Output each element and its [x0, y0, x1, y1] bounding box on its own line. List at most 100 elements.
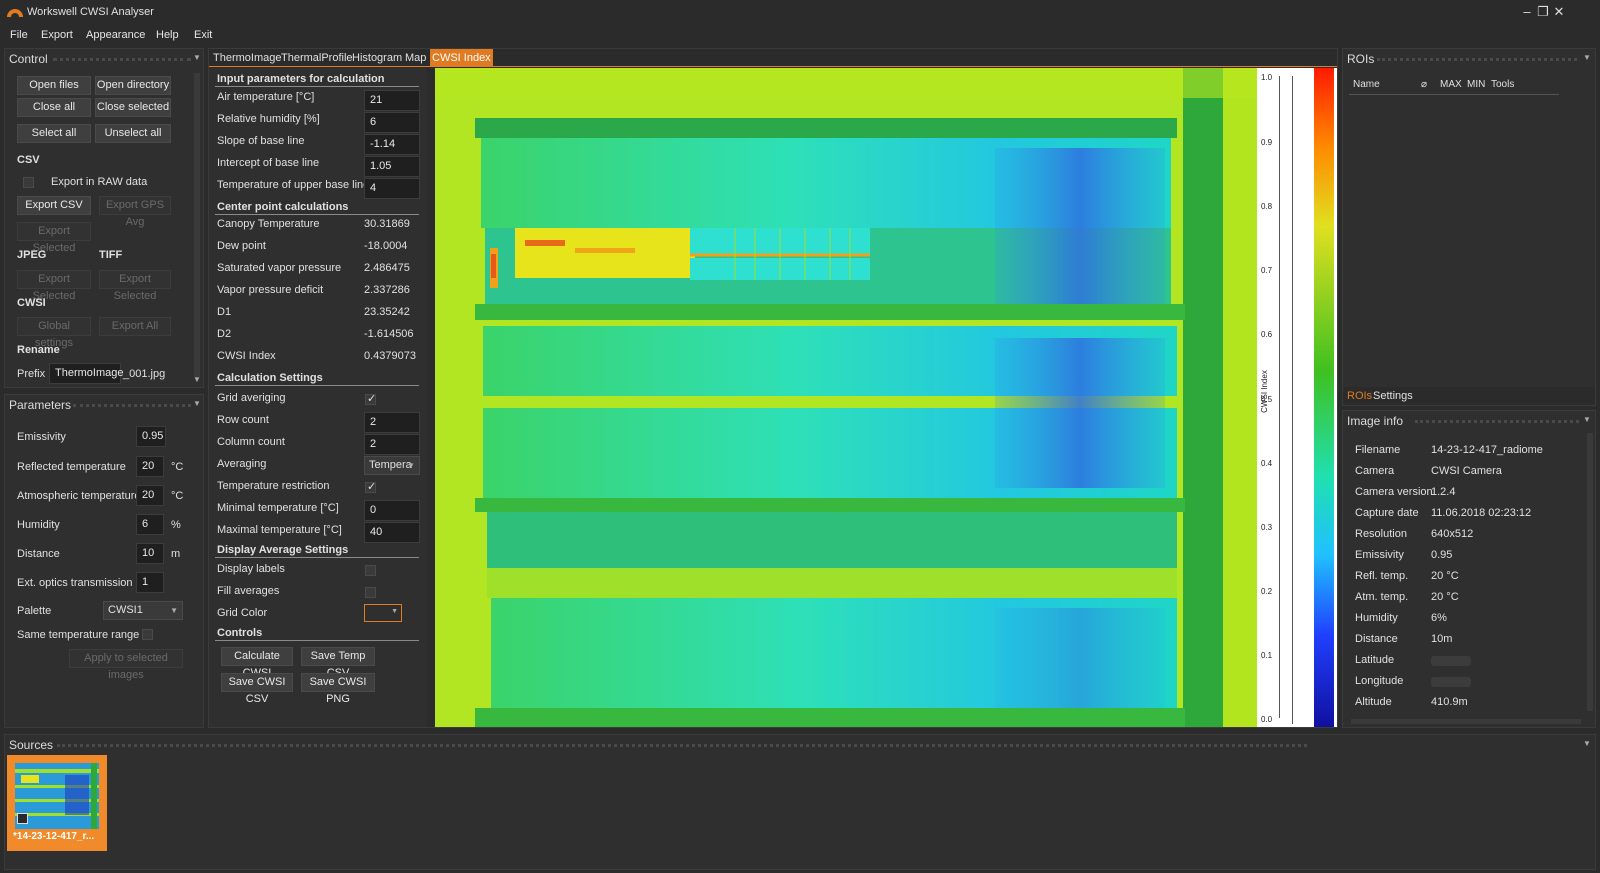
- min-temp-input[interactable]: 0: [364, 500, 420, 521]
- column-count-input[interactable]: 2: [364, 434, 420, 455]
- humidity-input[interactable]: 6: [136, 514, 164, 535]
- tab-rois[interactable]: ROIs: [1345, 387, 1374, 405]
- tab-map[interactable]: Map: [403, 49, 428, 67]
- center-calc-heading: Center point calculations: [217, 201, 349, 213]
- info-val-longitude-blurred: [1431, 677, 1471, 687]
- export-csv-button[interactable]: Export CSV: [17, 196, 91, 215]
- atmospheric-temp-label: Atmospheric temperature: [17, 490, 141, 502]
- colorbar-tick: 0.1: [1261, 651, 1273, 660]
- export-raw-checkbox[interactable]: [23, 177, 34, 188]
- palette-select[interactable]: CWSI1 ▼: [103, 601, 183, 620]
- air-temp-input[interactable]: 21: [364, 90, 420, 111]
- open-directory-button[interactable]: Open directory: [95, 76, 171, 95]
- emissivity-input[interactable]: 0.95: [136, 426, 166, 447]
- display-labels-checkbox[interactable]: [365, 565, 376, 576]
- fill-averages-checkbox[interactable]: [365, 587, 376, 598]
- roi-col-avg[interactable]: ⌀: [1421, 79, 1427, 90]
- info-key-camera: Camera: [1355, 465, 1395, 477]
- select-all-button[interactable]: Select all: [17, 124, 91, 143]
- chevron-down-icon: ▼: [391, 608, 398, 615]
- divider: [215, 86, 419, 87]
- save-temp-csv-button[interactable]: Save Temp CSV: [301, 647, 375, 679]
- tab-settings[interactable]: Settings: [1371, 387, 1415, 405]
- intercept-label: Intercept of base line: [217, 157, 320, 169]
- source-thumbnail[interactable]: *14-23-12-417_r...: [7, 755, 107, 851]
- export-gps-avg-button[interactable]: Export GPS Avg: [99, 196, 171, 228]
- tab-thermoimage[interactable]: ThermoImage: [211, 49, 283, 67]
- roi-col-min[interactable]: MIN: [1467, 79, 1485, 90]
- collapse-arrow-icon[interactable]: ▼: [1583, 415, 1591, 424]
- collapse-arrow-icon[interactable]: ▼: [193, 399, 201, 408]
- control-scrollbar[interactable]: [194, 73, 200, 378]
- tiff-heading: TIFF: [99, 249, 123, 261]
- same-temp-range-checkbox[interactable]: [142, 629, 153, 640]
- ext-optics-label: Ext. optics transmission: [17, 577, 133, 589]
- menu-appearance[interactable]: Appearance: [86, 29, 145, 41]
- canopy-temp-label: Canopy Temperature: [217, 218, 320, 230]
- grid-averaging-checkbox[interactable]: [365, 392, 376, 405]
- cwsi-thermal-image[interactable]: [435, 68, 1277, 727]
- close-selected-button[interactable]: Close selected: [95, 98, 171, 117]
- close-all-button[interactable]: Close all: [17, 98, 91, 117]
- image-info-panel: Image info ▼ Filename 14-23-12-417_radio…: [1342, 410, 1596, 728]
- export-selected-tiff-button[interactable]: Export Selected: [99, 270, 171, 302]
- calculate-cwsi-button[interactable]: Calculate CWSI: [221, 647, 293, 679]
- colorbar-tick: 0.4: [1261, 459, 1273, 468]
- restore-icon[interactable]: ❐: [1536, 4, 1550, 20]
- canopy-temp-value: 30.31869: [364, 218, 410, 230]
- emissivity-label: Emissivity: [17, 431, 66, 443]
- colorbar-axis-line: [1279, 76, 1280, 718]
- distance-input[interactable]: 10: [136, 543, 164, 564]
- atmospheric-temp-input[interactable]: 20: [136, 485, 164, 506]
- roi-col-name[interactable]: Name: [1353, 79, 1380, 90]
- reflected-temp-label: Reflected temperature: [17, 461, 126, 473]
- save-cwsi-csv-button[interactable]: Save CWSI CSV: [221, 673, 293, 705]
- parameters-panel: Parameters ▼ Emissivity 0.95 Reflected t…: [4, 394, 204, 728]
- collapse-arrow-icon[interactable]: ▼: [193, 53, 201, 62]
- intercept-input[interactable]: 1.05: [364, 156, 420, 177]
- apply-selected-button[interactable]: Apply to selected images: [69, 649, 183, 681]
- averaging-select[interactable]: Tempera ▼: [364, 456, 420, 475]
- temp-restriction-checkbox[interactable]: [365, 480, 376, 493]
- csv-heading: CSV: [17, 154, 40, 166]
- menu-export[interactable]: Export: [41, 29, 73, 41]
- grid-color-picker[interactable]: ▼: [364, 604, 402, 622]
- open-files-button[interactable]: Open files: [17, 76, 91, 95]
- collapse-arrow-icon[interactable]: ▼: [1583, 739, 1591, 748]
- collapse-arrow-icon[interactable]: ▼: [1583, 53, 1591, 62]
- row-count-label: Row count: [217, 414, 269, 426]
- panel-grip: [57, 744, 1307, 747]
- tab-cwsi-index[interactable]: CWSI Index: [430, 49, 493, 67]
- save-cwsi-png-button[interactable]: Save CWSI PNG: [301, 673, 375, 705]
- scroll-down-icon[interactable]: ▼: [193, 375, 201, 384]
- menu-file[interactable]: File: [10, 29, 28, 41]
- reflected-temp-input[interactable]: 20: [136, 456, 164, 477]
- tab-histogram[interactable]: Histogram: [350, 49, 404, 67]
- min-temp-label: Minimal temperature [°C]: [217, 502, 339, 514]
- ext-optics-input[interactable]: 1: [136, 572, 164, 593]
- export-selected-jpeg-button[interactable]: Export Selected: [17, 270, 91, 302]
- roi-col-max[interactable]: MAX: [1440, 79, 1462, 90]
- prefix-input[interactable]: ThermoImage: [49, 363, 123, 384]
- menu-help[interactable]: Help: [156, 29, 179, 41]
- row-count-input[interactable]: 2: [364, 412, 420, 433]
- max-temp-input[interactable]: 40: [364, 522, 420, 543]
- unselect-all-button[interactable]: Unselect all: [95, 124, 171, 143]
- minimize-icon[interactable]: –: [1520, 4, 1534, 20]
- d2-value: -1.614506: [364, 328, 414, 340]
- info-vscrollbar[interactable]: [1587, 433, 1593, 711]
- slope-input[interactable]: -1.14: [364, 134, 420, 155]
- info-hscrollbar[interactable]: [1351, 719, 1581, 724]
- tab-thermalprofile[interactable]: ThermalProfile: [279, 49, 355, 67]
- close-icon[interactable]: ✕: [1552, 4, 1566, 20]
- roi-col-tools[interactable]: Tools: [1491, 79, 1514, 90]
- relative-humidity-input[interactable]: 6: [364, 112, 420, 133]
- menu-exit[interactable]: Exit: [194, 29, 212, 41]
- thumbnail-checkbox[interactable]: [17, 813, 28, 824]
- upper-base-input[interactable]: 4: [364, 178, 420, 199]
- export-all-button[interactable]: Export All: [99, 317, 171, 336]
- global-settings-button[interactable]: Global settings: [17, 317, 91, 349]
- rois-panel: ROIs ▼ Name ⌀ MAX MIN Tools ROIs Setting…: [1342, 48, 1596, 406]
- export-selected-csv-button[interactable]: Export Selected: [17, 222, 91, 254]
- info-val-capture-date: 11.06.2018 02:23:12: [1431, 507, 1532, 519]
